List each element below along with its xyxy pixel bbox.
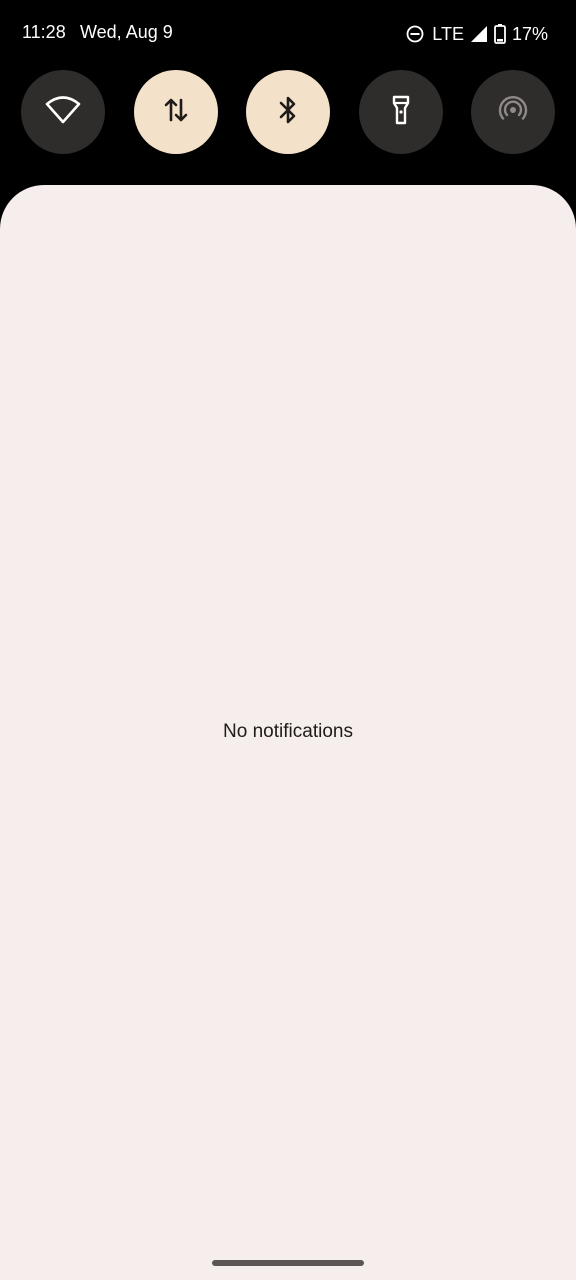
status-icons: LTE 17% bbox=[400, 20, 548, 48]
bluetooth-icon bbox=[277, 94, 299, 131]
tile-bluetooth[interactable] bbox=[246, 70, 330, 154]
battery-percent: 17% bbox=[511, 23, 548, 44]
tile-flashlight[interactable] bbox=[358, 70, 443, 154]
network-type: LTE bbox=[432, 23, 464, 44]
tile-hotspot[interactable] bbox=[471, 70, 555, 154]
hotspot-icon bbox=[497, 94, 529, 131]
status-bar: 11:28 Wed, Aug 9 LTE 17% bbox=[0, 0, 576, 68]
status-time: 11:28 bbox=[22, 22, 66, 42]
flashlight-icon bbox=[390, 94, 412, 131]
home-gesture-handle[interactable] bbox=[212, 1260, 364, 1266]
status-date: Wed, Aug 9 bbox=[80, 22, 173, 42]
tile-wifi[interactable] bbox=[21, 70, 105, 154]
data-transfer-icon bbox=[163, 96, 189, 129]
tile-mobile-data[interactable] bbox=[133, 70, 218, 154]
notification-shade[interactable]: No notifications bbox=[0, 185, 576, 1280]
phone-screen: 11:28 Wed, Aug 9 LTE 17% No notification… bbox=[0, 0, 576, 1280]
do-not-disturb-icon bbox=[406, 25, 424, 43]
wifi-icon bbox=[45, 95, 81, 130]
signal-icon bbox=[470, 25, 488, 43]
battery-icon bbox=[494, 24, 506, 44]
quick-settings-tiles bbox=[21, 70, 555, 154]
no-notifications-label: No notifications bbox=[223, 721, 353, 742]
